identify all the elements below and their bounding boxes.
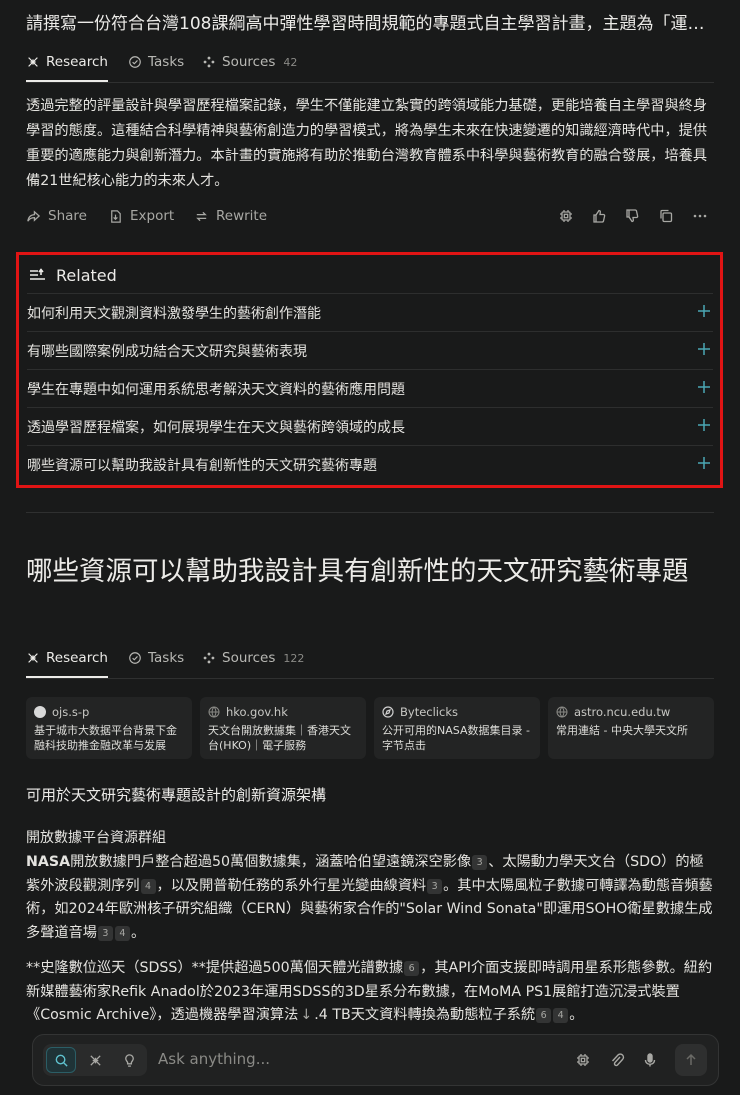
answer-paragraph: NASA開放數據門戶整合超過50萬個數據集，涵蓋哈伯望遠鏡深空影像 3 、太陽動力學… xyxy=(26,854,713,941)
sources-count: 122 xyxy=(283,651,305,665)
tab-sources-label: Sources xyxy=(222,54,276,70)
rewrite-button[interactable]: Rewrite xyxy=(194,202,267,230)
source-domain: ojs.s-p xyxy=(52,705,90,719)
check-circle-icon xyxy=(129,652,141,664)
answer-actions: Share Export Rewrite xyxy=(26,202,714,230)
copy-icon[interactable] xyxy=(658,208,674,224)
source-cards: ojs.s-p 基于城市大数据平台背景下金融科技助推金融改革与发展 hko.go… xyxy=(26,697,714,759)
research-icon xyxy=(28,653,38,663)
source-title: 天文台開放數據集｜香港天文台(HKO)｜電子服務 xyxy=(208,724,351,752)
tab-sources-label: Sources xyxy=(222,650,276,666)
tab-research[interactable]: Research xyxy=(26,44,108,82)
paperclip-icon[interactable] xyxy=(609,1052,625,1068)
mode-labs-button[interactable] xyxy=(114,1047,144,1073)
lightbulb-icon xyxy=(124,1053,134,1067)
mode-research-button[interactable] xyxy=(80,1047,110,1073)
answer-text: 透過完整的評量設計與學習歷程檔案記錄，學生不僅能建立紮實的跨領域能力基礎，更能培… xyxy=(26,98,708,189)
send-button[interactable] xyxy=(675,1044,707,1076)
citation-badge[interactable]: 4 xyxy=(553,1008,569,1023)
export-icon xyxy=(111,209,121,223)
thumbs-down-icon[interactable] xyxy=(624,208,640,224)
source-card[interactable]: ojs.s-p 基于城市大数据平台背景下金融科技助推金融改革与发展 xyxy=(26,697,192,759)
tab-research-label: Research xyxy=(46,54,108,70)
citation-badge[interactable]: 4 xyxy=(140,878,156,894)
tab-tasks-label: Tasks xyxy=(148,54,185,70)
answer-subheading: 開放數據平台資源群組 xyxy=(26,830,166,846)
tab-tasks-label: Tasks xyxy=(148,650,185,666)
section-divider xyxy=(26,512,714,513)
mode-search-button[interactable] xyxy=(46,1047,76,1073)
related-item[interactable]: 有哪些國際案例成功結合天文研究與藝術表現 xyxy=(27,331,713,369)
compass-icon xyxy=(382,706,394,718)
research-icon xyxy=(28,57,38,67)
answer-paragraph: **史隆數位巡天（SDSS）**提供超過500萬個天體光譜數據 6 ，其API介面支… xyxy=(26,957,714,1028)
tab-bar-second: Research Tasks Sources 122 xyxy=(26,640,714,679)
cpu-icon[interactable] xyxy=(558,208,574,224)
plus-icon xyxy=(698,343,710,355)
globe-icon xyxy=(556,706,568,718)
source-card[interactable]: astro.ncu.edu.tw 常用連結 - 中央大學天文所 xyxy=(548,697,714,759)
source-title: 常用連結 - 中央大學天文所 xyxy=(556,724,688,737)
related-section: Related 如何利用天文觀測資料激發學生的藝術創作潛能 有哪些國際案例成功結… xyxy=(16,252,723,488)
source-title: 公开可用的NASA数据集目录 - 字节点击 xyxy=(382,724,530,752)
citation-badge[interactable]: 6 xyxy=(536,1008,552,1023)
tab-bar-top: Research Tasks Sources 42 xyxy=(26,44,714,83)
tab-sources[interactable]: Sources 122 xyxy=(202,640,304,676)
related-item[interactable]: 學生在專題中如何運用系統思考解決天文資料的藝術應用問題 xyxy=(27,369,713,407)
related-item[interactable]: 哪些資源可以幫助我設計具有創新性的天文研究藝術專題 xyxy=(27,445,713,483)
thread-title: 請撰寫一份符合台灣108課綱高中彈性學習時間規範的專題式自主學習計畫，主題為「運… xyxy=(26,14,714,34)
search-icon xyxy=(55,1054,68,1067)
citation-badge[interactable]: 3 xyxy=(97,925,113,941)
plus-icon xyxy=(698,381,710,393)
question-title: 哪些資源可以幫助我設計具有創新性的天文研究藝術專題 xyxy=(26,556,689,587)
arrow-up-icon xyxy=(686,1053,696,1065)
sources-count: 42 xyxy=(283,55,298,69)
citation-badge[interactable]: 6 xyxy=(404,961,420,976)
share-button[interactable]: Share xyxy=(26,202,87,230)
plus-icon xyxy=(698,457,710,469)
ask-input[interactable]: Ask anything... xyxy=(158,1050,270,1068)
source-domain: astro.ncu.edu.tw xyxy=(574,705,671,719)
related-item[interactable]: 如何利用天文觀測資料激發學生的藝術創作潛能 xyxy=(27,293,713,331)
related-list-icon xyxy=(30,268,45,280)
citation-badge[interactable]: 4 xyxy=(114,925,130,941)
answer-heading: 可用於天文研究藝術專題設計的創新資源架構 xyxy=(26,786,327,804)
source-domain: hko.gov.hk xyxy=(226,705,288,719)
site-favicon-icon xyxy=(34,706,46,718)
arrow-down-icon[interactable]: ↓ xyxy=(298,1004,314,1028)
plus-icon xyxy=(698,305,710,317)
share-icon xyxy=(27,209,41,222)
sources-icon xyxy=(203,56,215,68)
tab-research-label: Research xyxy=(46,650,108,666)
ask-composer: Ask anything... xyxy=(32,1034,719,1086)
globe-icon xyxy=(208,706,220,718)
source-card[interactable]: hko.gov.hk 天文台開放數據集｜香港天文台(HKO)｜電子服務 xyxy=(200,697,366,759)
source-title: 基于城市大数据平台背景下金融科技助推金融改革与发展 xyxy=(34,724,177,752)
mode-selector xyxy=(43,1044,147,1076)
source-card[interactable]: Byteclicks 公开可用的NASA数据集目录 - 字节点击 xyxy=(374,697,540,759)
tab-tasks[interactable]: Tasks xyxy=(128,44,184,80)
research-icon xyxy=(89,1054,101,1066)
sources-icon xyxy=(203,652,215,664)
related-item[interactable]: 透過學習歷程檔案，如何展現學生在天文與藝術跨領域的成長 xyxy=(27,407,713,445)
more-icon[interactable] xyxy=(692,208,708,224)
citation-badge[interactable]: 3 xyxy=(472,855,488,870)
related-heading: Related xyxy=(56,265,117,285)
cpu-icon[interactable] xyxy=(575,1052,591,1068)
source-domain: Byteclicks xyxy=(400,705,458,719)
plus-icon xyxy=(698,419,710,431)
tab-sources[interactable]: Sources 42 xyxy=(202,44,297,80)
rewrite-icon xyxy=(196,211,207,221)
microphone-icon[interactable] xyxy=(642,1052,658,1068)
thumbs-up-icon[interactable] xyxy=(591,208,607,224)
tab-research[interactable]: Research xyxy=(26,640,108,678)
check-circle-icon xyxy=(129,56,141,68)
tab-tasks[interactable]: Tasks xyxy=(128,640,184,676)
related-header: Related xyxy=(29,263,117,287)
citation-badge[interactable]: 3 xyxy=(427,878,443,894)
export-button[interactable]: Export xyxy=(108,202,174,230)
